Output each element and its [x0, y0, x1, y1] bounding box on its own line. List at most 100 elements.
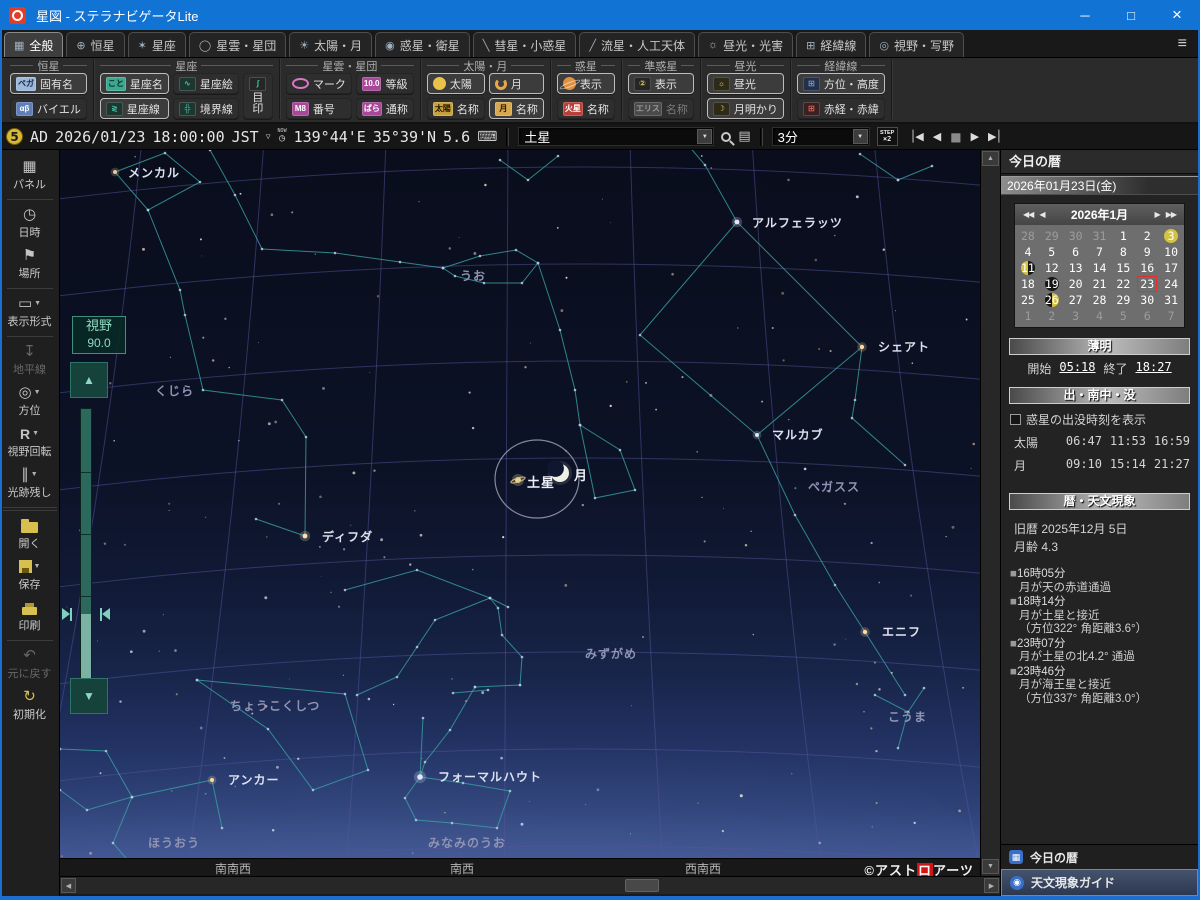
calendar-day[interactable]: 22 [1111, 276, 1135, 292]
planet-name-button[interactable]: 火星名称 [557, 98, 615, 119]
calendar-day[interactable]: 4 [1088, 308, 1112, 324]
calendar-day[interactable]: 10 [1159, 244, 1183, 260]
play-back-button[interactable]: ◀ [928, 130, 945, 143]
calendar-day[interactable]: 8 [1111, 244, 1135, 260]
limit-magnitude-field[interactable]: 5.6 [443, 128, 470, 146]
sidebar-item-print[interactable]: 印刷 [0, 596, 59, 637]
sidebar-item-save[interactable]: ▼保存 [0, 555, 59, 596]
calendar-day[interactable]: 31 [1159, 292, 1183, 308]
horizontal-scrollbar[interactable]: ◀ ▶ [60, 876, 1000, 894]
scroll-right-button[interactable]: ▶ [984, 878, 999, 893]
calendar-day[interactable]: 14 [1088, 260, 1112, 276]
scroll-up-button[interactable]: ▲ [982, 151, 999, 166]
horizontal-scroll-thumb[interactable] [625, 879, 659, 892]
constellation-name-button[interactable]: こと星座名 [100, 73, 169, 94]
calendar-day[interactable]: 20 [1064, 276, 1088, 292]
tab-comets[interactable]: ╲彗星・小惑星 [473, 32, 577, 57]
sun-name-button[interactable]: 太陽名称 [427, 98, 485, 119]
calendar-day[interactable]: 2 [1040, 308, 1064, 324]
calendar-prev-year-button[interactable]: ◀◀ [1020, 210, 1036, 219]
calendar-day[interactable]: 29 [1111, 292, 1135, 308]
calendar-day[interactable]: 6 [1064, 244, 1088, 260]
stop-button[interactable]: ■ [945, 130, 965, 144]
calendar-day[interactable]: 1 [1016, 308, 1040, 324]
search-icon[interactable] [721, 132, 731, 142]
skip-back-button[interactable]: │◀ [905, 130, 928, 143]
scroll-left-button[interactable]: ◀ [61, 878, 76, 893]
calendar-day[interactable]: 6 [1135, 308, 1159, 324]
show-planet-riseset-checkbox[interactable] [1010, 414, 1021, 425]
sidebar-item-datetime[interactable]: ◷日時 [0, 203, 59, 244]
target-object-select[interactable]: 土星 ▼ [518, 127, 714, 146]
calendar-day[interactable]: 3 [1159, 228, 1183, 244]
tab-fov[interactable]: ◎視野・写野 [869, 32, 964, 57]
sky-canvas[interactable]: メンカルアルフェラッツシェアトマルカブエニフディフダアンカーフォーマルハウトうお… [60, 150, 980, 858]
tab-daylight[interactable]: ☼昼光・光害 [698, 32, 793, 57]
longitude-field[interactable]: 139°44'E [294, 128, 366, 146]
calendar-day[interactable]: 5 [1040, 244, 1064, 260]
tab-constellations[interactable]: ✶星座 [128, 32, 186, 57]
moon-name-button[interactable]: 月名称 [489, 98, 544, 119]
skip-forward-button[interactable]: ▶│ [983, 130, 1006, 143]
time-field[interactable]: 18:00:00 [152, 128, 224, 146]
object-list-icon[interactable]: ▤ [738, 129, 750, 144]
timezone-label[interactable]: JST [232, 128, 259, 146]
target-dropdown-arrow[interactable]: ▼ [697, 129, 712, 144]
twilight-end-time[interactable]: 18:27 [1136, 360, 1172, 377]
sidebar-item-fov-rotate[interactable]: R▼視野回転 [0, 422, 59, 463]
step-dropdown-arrow[interactable]: ▼ [853, 129, 868, 144]
fov-slider[interactable] [80, 408, 92, 688]
calendar-day[interactable]: 4 [1016, 244, 1040, 260]
sidebar-item-light-trail[interactable]: ∥▼光跡残し [0, 463, 59, 504]
minimize-button[interactable]: ─ [1062, 0, 1108, 30]
maximize-button[interactable]: □ [1108, 0, 1154, 30]
calendar-day[interactable]: 24 [1159, 276, 1183, 292]
calendar-day[interactable]: 28 [1016, 228, 1040, 244]
calendar-day[interactable]: 25 [1016, 292, 1040, 308]
sidebar-item-horizon[interactable]: ↧地平線 [0, 340, 59, 381]
calendar-day[interactable]: 7 [1159, 308, 1183, 324]
common-name-button[interactable]: ばら通称 [356, 98, 414, 119]
keyboard-icon[interactable]: ⌨ [477, 129, 497, 145]
play-forward-button[interactable]: ▶ [966, 130, 983, 143]
constellation-line-button[interactable]: ≷星座線 [100, 98, 169, 119]
constellation-art-button[interactable]: ∿星座絵 [173, 73, 239, 94]
boundary-line-button[interactable]: ╬境界線 [173, 98, 239, 119]
tab-sun-moon[interactable]: ☀太陽・月 [289, 32, 372, 57]
step-multiplier-icon[interactable]: STEP×2 [877, 127, 898, 146]
sidebar-item-panel[interactable]: ▦パネル [0, 155, 59, 196]
scroll-down-button[interactable]: ▼ [982, 859, 999, 874]
calendar-day[interactable]: 5 [1111, 308, 1135, 324]
latitude-field[interactable]: 35°39'N [373, 128, 436, 146]
calendar-day[interactable]: 7 [1088, 244, 1112, 260]
calendar-next-month-button[interactable]: ▶ [1152, 210, 1163, 219]
mark-button[interactable]: マーク [286, 73, 352, 94]
tab-nebulae[interactable]: ◯星雲・星団 [189, 32, 286, 57]
calendar-day[interactable]: 15 [1111, 260, 1135, 276]
close-button[interactable]: × [1154, 0, 1200, 30]
sidebar-item-location[interactable]: ⚑場所 [0, 244, 59, 285]
date-field[interactable]: 2026/01/23 [55, 128, 145, 146]
calendar-day[interactable]: 19 [1040, 276, 1064, 292]
calendar-day[interactable]: 17 [1159, 260, 1183, 276]
sidebar-item-reset[interactable]: ↻初期化 [0, 685, 59, 726]
calendar-day[interactable]: 27 [1064, 292, 1088, 308]
calendar-day[interactable]: 30 [1064, 228, 1088, 244]
dwarf-name-button[interactable]: エリス名称 [628, 98, 694, 119]
calendar-day[interactable]: 26 [1040, 292, 1064, 308]
timezone-dropdown-icon[interactable]: ▽ [266, 132, 271, 141]
tab-gridlines[interactable]: ⊞経緯線 [796, 32, 866, 57]
star-chart[interactable]: メンカルアルフェラッツシェアトマルカブエニフディフダアンカーフォーマルハウトうお… [60, 150, 980, 858]
calendar-next-year-button[interactable]: ▶▶ [1163, 210, 1179, 219]
vertical-scrollbar[interactable]: ▲ ▼ [980, 150, 1000, 876]
calendar-day[interactable]: 16 [1135, 260, 1159, 276]
fov-zoom-in-button[interactable]: ▲ [70, 362, 108, 398]
twilight-start-time[interactable]: 05:18 [1059, 360, 1095, 377]
magnitude-button[interactable]: 10.0等級 [356, 73, 414, 94]
calendar-prev-month-button[interactable]: ◀ [1036, 210, 1047, 219]
calendar-day[interactable]: 12 [1040, 260, 1064, 276]
panel-tab-today-calendar[interactable]: ▦今日の暦 [1001, 844, 1198, 869]
marker-button[interactable]: ʃ目印 [243, 73, 273, 119]
sidebar-item-open[interactable]: 開く [0, 514, 59, 555]
dwarf-display-button[interactable]: ②表示 [628, 73, 694, 94]
